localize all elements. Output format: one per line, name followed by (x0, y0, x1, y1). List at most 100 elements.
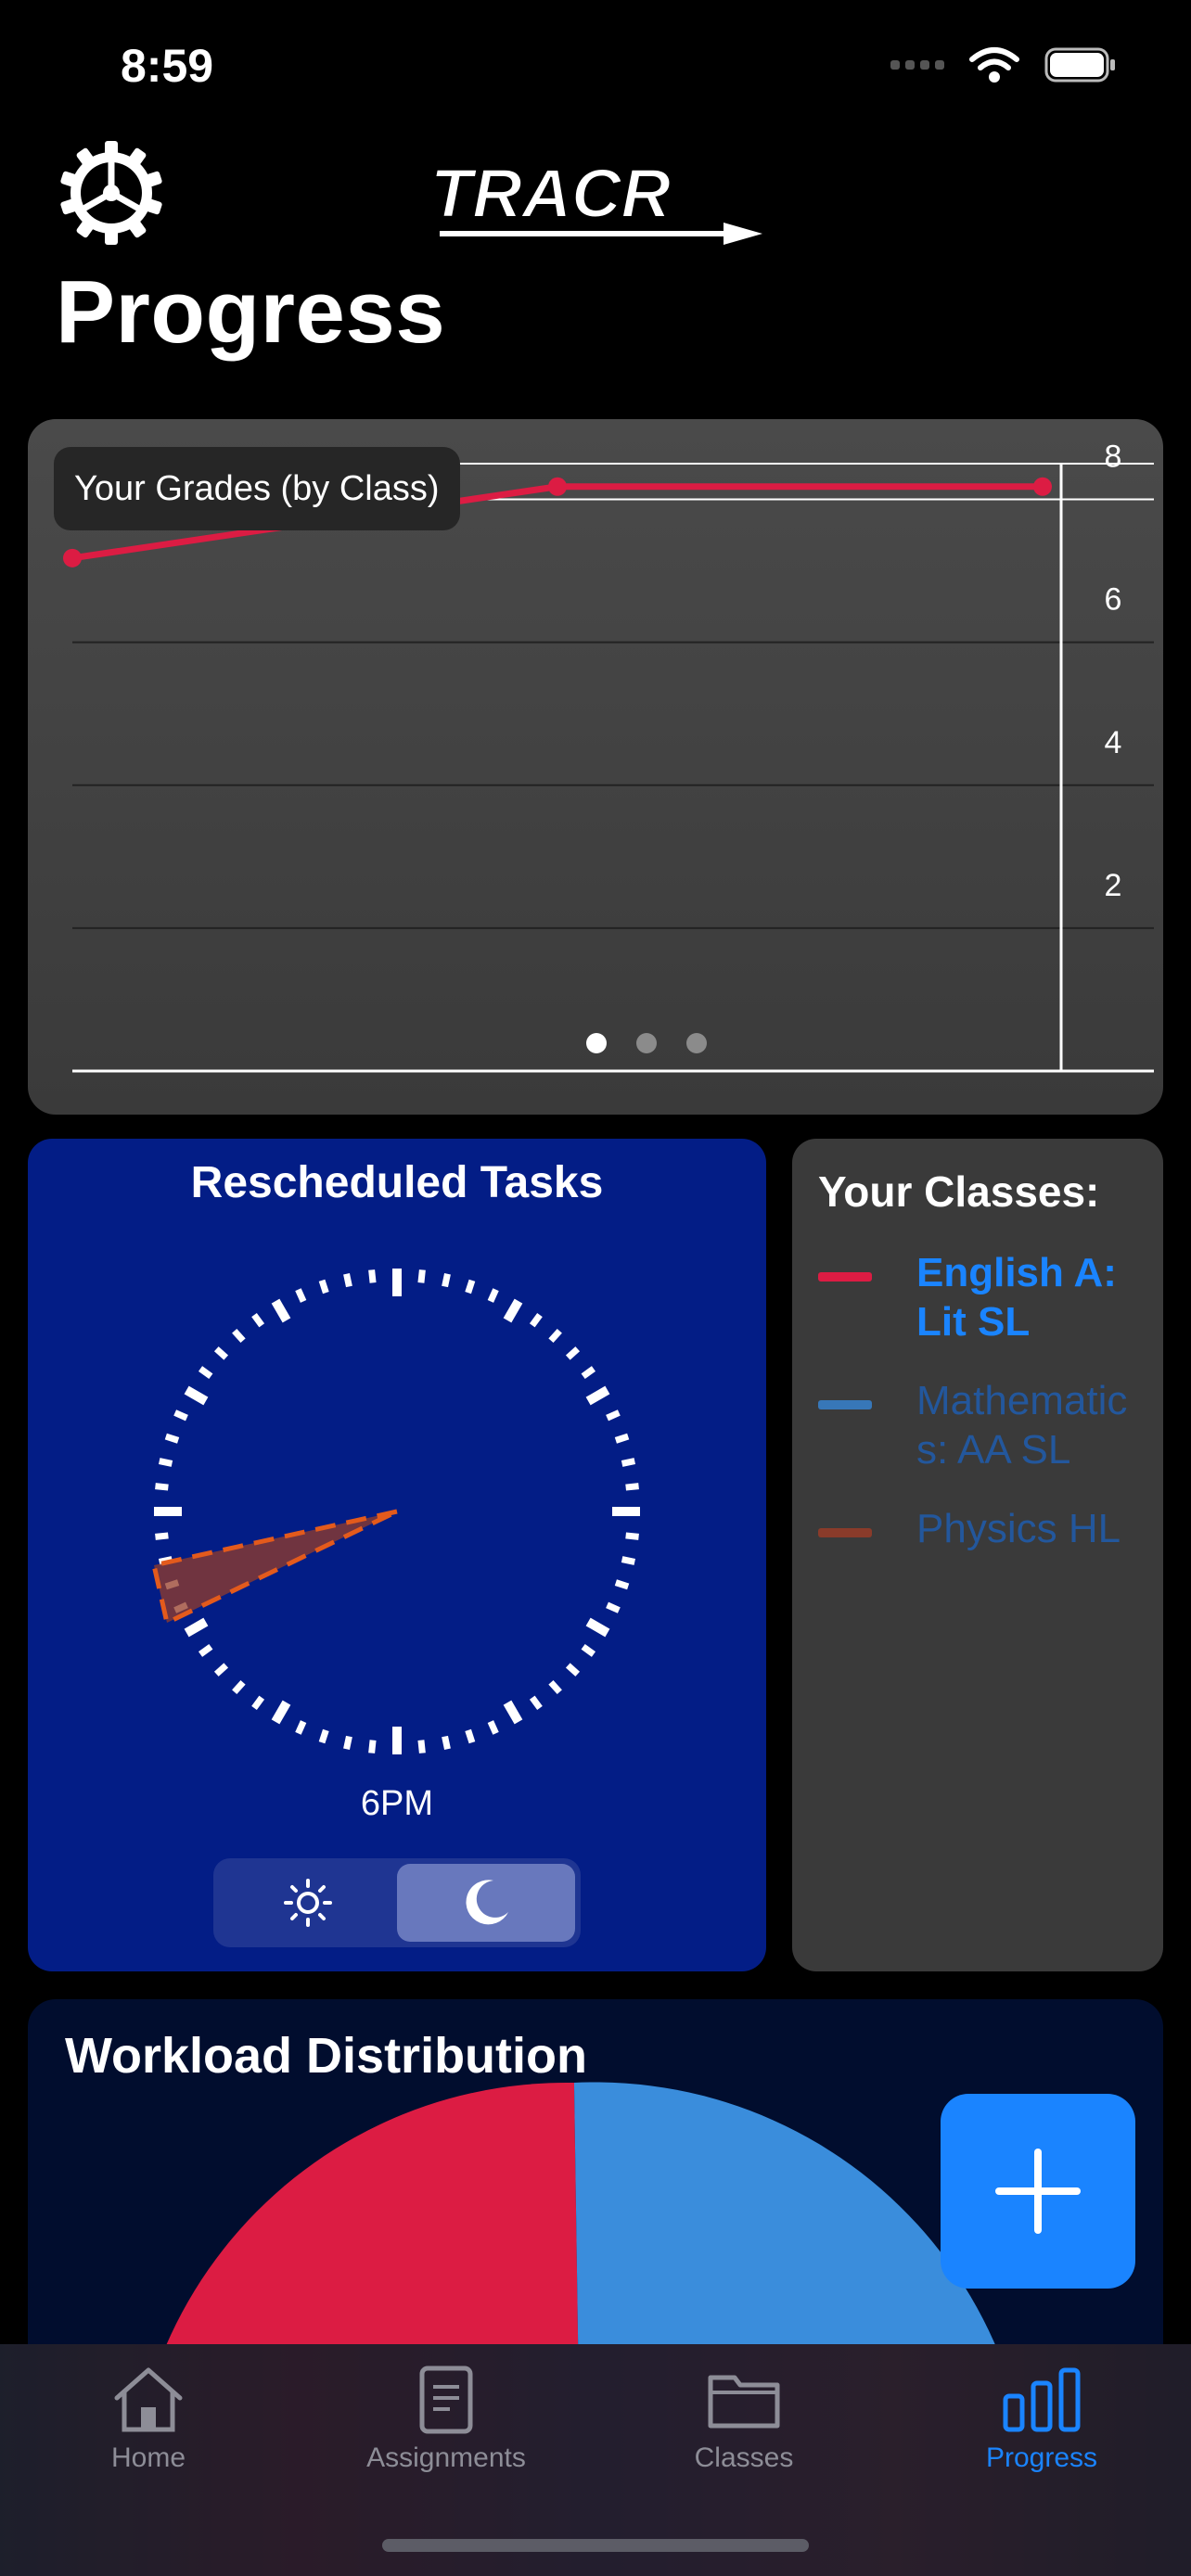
clock-tick (606, 1409, 621, 1422)
status-icons (890, 46, 1117, 83)
rescheduled-tasks-title: Rescheduled Tasks (190, 1158, 604, 1207)
bar-chart-icon (1003, 2367, 1081, 2432)
class-color-swatch (818, 1400, 872, 1409)
data-point (1033, 477, 1052, 496)
rescheduled-tasks-card[interactable]: Rescheduled Tasks 6PM (28, 1139, 766, 1971)
class-color-swatch (818, 1272, 872, 1282)
sun-icon (284, 1879, 332, 1927)
clock-tick (158, 1458, 173, 1467)
page-indicator[interactable] (28, 1033, 1163, 1053)
tab-label: Home (110, 2442, 186, 2473)
cellular-signal-icon (890, 60, 944, 70)
clock-tick (529, 1695, 543, 1711)
tab-assignments[interactable]: Assignments (335, 2365, 557, 2474)
clock-tick (232, 1679, 246, 1695)
clock-tick (585, 1385, 610, 1406)
clock-tick (155, 1483, 169, 1491)
tab-classes[interactable]: Classes (633, 2365, 855, 2474)
clock-tick (343, 1272, 352, 1288)
clock-tick (621, 1556, 636, 1565)
class-name: Physics HL (916, 1506, 1121, 1551)
classes-title: Your Classes: (818, 1167, 1100, 1216)
clock-tick (295, 1288, 307, 1303)
clock-tick (232, 1328, 246, 1344)
plus-icon (995, 2149, 1081, 2234)
data-point (548, 477, 567, 496)
clock-tick (625, 1532, 639, 1540)
clock-tick (368, 1740, 377, 1753)
clock-tick (417, 1269, 426, 1283)
wifi-icon (969, 47, 1019, 83)
clock-tick (198, 1643, 213, 1657)
clock-tick (164, 1433, 180, 1444)
status-time: 8:59 (121, 40, 214, 92)
clock-tick (565, 1346, 581, 1360)
day-mode-button[interactable] (219, 1864, 397, 1942)
tab-home[interactable]: Home (37, 2365, 260, 2474)
class-item-mathematics[interactable]: Mathematics: AA SL (818, 1376, 1130, 1474)
clock-tick (465, 1728, 476, 1744)
y-tick-label: 8 (1105, 440, 1122, 475)
clock-tick (173, 1409, 188, 1422)
clock-tick (548, 1328, 562, 1344)
clock-tick (614, 1579, 630, 1590)
clock-tick (487, 1720, 499, 1735)
settings-gear-icon[interactable] (58, 139, 165, 247)
clock-tick (585, 1617, 610, 1638)
clock-tick (251, 1312, 265, 1328)
clock-dial (151, 1269, 640, 1754)
data-point (63, 548, 82, 567)
clock-tick (606, 1601, 621, 1613)
clock-tick (621, 1458, 636, 1467)
clock-tick (529, 1312, 543, 1328)
day-night-toggle[interactable] (213, 1858, 581, 1947)
clock-tick (271, 1298, 291, 1323)
clock-tick (503, 1700, 523, 1725)
tab-label: Classes (694, 2442, 794, 2473)
class-name: Mathematics: AA SL (916, 1378, 1128, 1473)
night-mode-button[interactable] (397, 1864, 575, 1942)
y-tick-label: 4 (1105, 725, 1122, 760)
page-dot-1[interactable] (586, 1033, 607, 1053)
clock-tick (614, 1433, 630, 1444)
clock-tick (318, 1279, 329, 1294)
y-tick-label: 2 (1105, 868, 1122, 903)
page-dot-2[interactable] (636, 1033, 657, 1053)
clock-tick (213, 1663, 229, 1677)
clock-tick (155, 1532, 169, 1540)
folder-icon (708, 2375, 780, 2429)
class-color-swatch (818, 1528, 872, 1537)
tracr-logo: TRACR (429, 159, 762, 245)
grades-chart-card[interactable]: 2 4 6 8 Your Grades (by Class) (28, 419, 1163, 1115)
class-item-english[interactable]: English A: Lit SL (818, 1248, 1130, 1346)
document-icon (419, 2366, 473, 2434)
clock-tick (465, 1279, 476, 1294)
clock-tick (295, 1720, 307, 1735)
battery-icon (1044, 47, 1115, 83)
class-item-physics[interactable]: Physics HL (818, 1504, 1130, 1553)
add-button[interactable] (941, 2094, 1135, 2289)
clock-tick (251, 1695, 265, 1711)
clock-tick (581, 1366, 596, 1380)
clock-tick (487, 1288, 499, 1303)
clock-tick (213, 1346, 229, 1360)
clock-tick (318, 1728, 329, 1744)
logo-text: TRACR (430, 159, 671, 232)
page-title: Progress (56, 262, 446, 362)
tab-label: Progress (985, 2442, 1098, 2473)
clock-time-caption: 6PM (360, 1784, 434, 1823)
page-dot-3[interactable] (686, 1033, 707, 1053)
clock-tick (548, 1679, 562, 1695)
moon-icon (466, 1880, 508, 1925)
clock-tick (343, 1735, 352, 1751)
clock-tick (198, 1366, 213, 1380)
clock-tick (271, 1700, 291, 1725)
tab-progress[interactable]: Progress (930, 2365, 1153, 2474)
rescheduled-task-wedge (151, 1509, 399, 1626)
clock-tick (503, 1298, 523, 1323)
y-tick-label: 6 (1105, 582, 1122, 618)
clock-tick (625, 1483, 639, 1491)
classes-legend-card: Your Classes: English A: Lit SL Mathemat… (792, 1139, 1163, 1971)
clock-tick (417, 1740, 426, 1753)
clock-tick (184, 1617, 209, 1638)
